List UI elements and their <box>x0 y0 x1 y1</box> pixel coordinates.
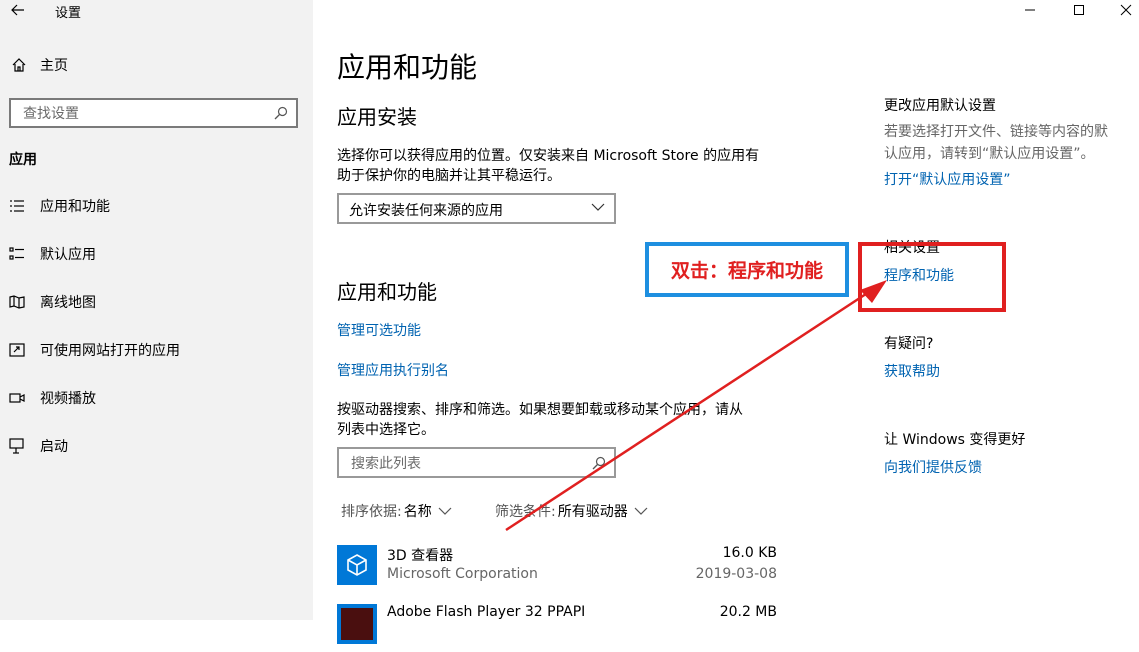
sidebar: 设置 主页 应用 应用和功能 默认应用 离线地图 可使用网站打开的应用 视频播放… <box>0 0 313 620</box>
app-name: Adobe Flash Player 32 PPAPI <box>387 604 586 620</box>
search-icon[interactable] <box>592 456 606 470</box>
app-size: 20.2 MB <box>719 604 777 620</box>
manage-optional-features-link[interactable]: 管理可选功能 <box>337 320 421 340</box>
sidebar-item-startup[interactable]: 启动 <box>8 436 68 456</box>
chevron-down-icon <box>591 203 605 211</box>
dropdown-value: 允许安装任何来源的应用 <box>349 203 503 219</box>
app-size: 16.0 KB <box>722 545 777 561</box>
sidebar-item-offline-maps[interactable]: 离线地图 <box>8 292 96 312</box>
app-list-search-input[interactable] <box>349 450 583 477</box>
filter-value: 所有驱动器 <box>557 504 628 520</box>
window-title: 设置 <box>55 6 82 21</box>
sidebar-item-label: 离线地图 <box>40 295 96 311</box>
back-arrow-icon <box>11 4 24 16</box>
manage-app-alias-link[interactable]: 管理应用执行别名 <box>337 360 449 380</box>
3d-viewer-icon <box>337 545 377 585</box>
apps-heading: 应用和功能 <box>337 280 437 304</box>
sidebar-item-default-apps[interactable]: 默认应用 <box>8 244 96 264</box>
app-name: 3D 查看器 <box>387 548 454 564</box>
sidebar-item-apps-features[interactable]: 应用和功能 <box>8 196 110 216</box>
app-list-item[interactable]: Adobe Flash Player 32 PPAPI 20.2 MB <box>337 604 777 652</box>
close-button[interactable] <box>1103 0 1139 20</box>
apps-description-line2: 列表中选择它。 <box>337 422 435 438</box>
back-button[interactable] <box>8 0 28 20</box>
open-default-settings-link[interactable]: 打开“默认应用设置” <box>884 169 1011 189</box>
sidebar-item-video-playback[interactable]: 视频播放 <box>8 388 96 408</box>
app-date: 2019-03-08 <box>695 566 777 582</box>
install-heading: 应用安装 <box>337 105 417 129</box>
question-heading: 有疑问? <box>884 336 934 352</box>
sidebar-item-label: 默认应用 <box>40 247 96 263</box>
feedback-link[interactable]: 向我们提供反馈 <box>884 457 982 477</box>
settings-search-input[interactable] <box>21 101 265 127</box>
maximize-icon <box>1074 5 1084 15</box>
title-bar: 设置 <box>0 0 313 22</box>
main-content: 应用和功能 应用安装 选择你可以获得应用的位置。仅安装来自 Microsoft … <box>313 0 1139 644</box>
sidebar-item-label: 可使用网站打开的应用 <box>40 343 180 359</box>
home-nav-item[interactable]: 主页 <box>10 55 68 75</box>
install-description-line1: 选择你可以获得应用的位置。仅安装来自 Microsoft Store 的应用有 <box>337 148 760 164</box>
apps-description-line1: 按驱动器搜索、排序和筛选。如果想要卸载或移动某个应用，请从 <box>337 402 743 418</box>
default-settings-text-line1: 若要选择打开文件、链接等内容的默 <box>884 124 1108 140</box>
video-icon <box>8 389 26 407</box>
settings-search-box[interactable] <box>9 98 298 128</box>
chevron-down-icon <box>438 507 452 515</box>
sidebar-item-label: 启动 <box>40 439 68 455</box>
search-icon[interactable] <box>274 106 288 120</box>
default-settings-text-line2: 认应用，请转到“默认应用设置”。 <box>884 146 1095 162</box>
sort-dropdown[interactable]: 排序依据: 名称 <box>341 501 452 521</box>
list-icon <box>8 197 26 215</box>
open-in-icon <box>8 341 26 359</box>
home-label: 主页 <box>40 58 68 74</box>
install-description-line2: 助于保护你的电脑并让其平稳运行。 <box>337 168 561 184</box>
app-list-search-box[interactable] <box>337 447 616 478</box>
map-icon <box>8 293 26 311</box>
sort-label: 排序依据: <box>341 504 402 520</box>
app-list-item[interactable]: 3D 查看器 Microsoft Corporation 16.0 KB 201… <box>337 545 777 593</box>
annotation-callout: 双击：程序和功能 <box>645 242 849 297</box>
minimize-icon <box>1025 9 1035 11</box>
maximize-button[interactable] <box>1056 0 1102 20</box>
install-source-dropdown[interactable]: 允许安装任何来源的应用 <box>337 193 616 224</box>
filter-dropdown[interactable]: 筛选条件: 所有驱动器 <box>495 501 648 521</box>
section-label-apps: 应用 <box>9 152 37 168</box>
app-publisher: Microsoft Corporation <box>387 566 538 582</box>
default-apps-icon <box>8 245 26 263</box>
page-title: 应用和功能 <box>337 51 478 84</box>
filter-label: 筛选条件: <box>495 504 556 520</box>
sort-value: 名称 <box>403 504 432 520</box>
sidebar-item-label: 视频播放 <box>40 391 96 407</box>
home-icon <box>12 58 26 72</box>
improve-windows-heading: 让 Windows 变得更好 <box>884 432 1026 448</box>
annotation-highlight-box <box>858 242 1006 312</box>
chevron-down-icon <box>634 507 648 515</box>
default-settings-heading: 更改应用默认设置 <box>884 98 996 114</box>
sidebar-item-label: 应用和功能 <box>40 199 110 215</box>
flash-icon <box>337 604 377 644</box>
close-icon <box>1120 4 1132 16</box>
sidebar-item-website-apps[interactable]: 可使用网站打开的应用 <box>8 340 180 360</box>
minimize-button[interactable] <box>1007 0 1053 20</box>
startup-icon <box>8 437 26 455</box>
get-help-link[interactable]: 获取帮助 <box>884 361 940 381</box>
